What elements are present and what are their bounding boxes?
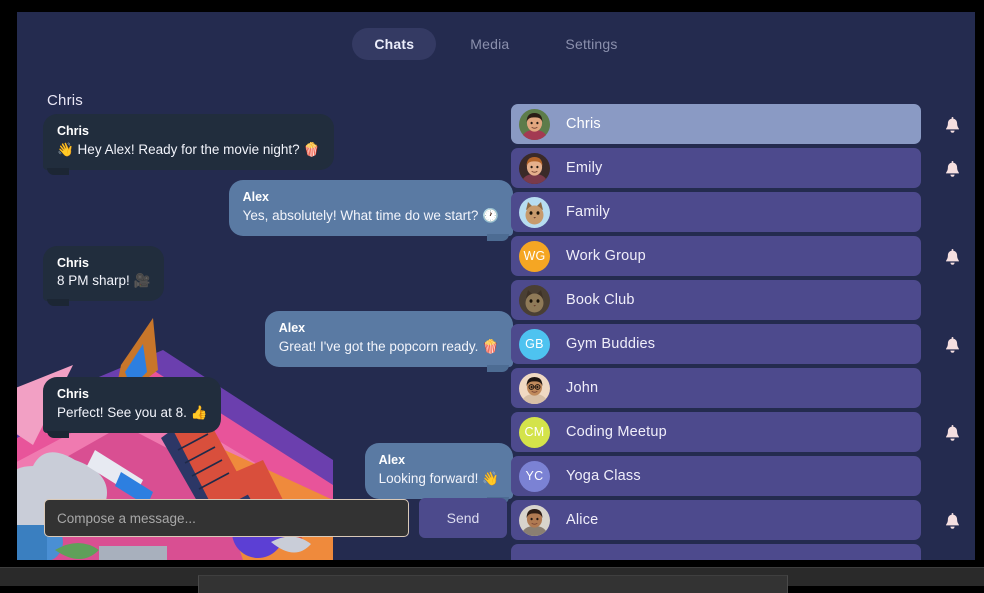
chat-list-item[interactable]: GB Gym Buddies [511,324,921,364]
send-button[interactable]: Send [419,498,507,538]
app-screen: Chats Media Settings Chris Chris 👋 Hey Al… [17,12,975,560]
avatar-initials: YC [519,460,550,492]
chat-list-item-label: Family [566,204,610,220]
message-text: Yes, absolutely! What time do we start? … [242,207,499,223]
message-row: Chris 8 PM sharp! 🎥 [43,245,513,307]
message-bubble[interactable]: Alex Yes, absolutely! What time do we sta… [228,179,513,241]
bell-slot [929,368,975,412]
message-bubble[interactable]: Alex Great! I've got the popcorn ready. 🍿 [264,311,513,372]
chat-list-item[interactable]: CM Coding Meetup [511,412,921,452]
message-sender: Alex [242,189,269,204]
tab-bar: Chats Media Settings [17,28,975,60]
avatar [519,372,550,404]
chat-list-item-label: Coding Meetup [566,424,667,440]
bell-icon[interactable] [944,116,961,136]
chat-list-item-label: Chris [566,116,601,132]
message-row: Chris Perfect! See you at 8. 👍 [43,377,513,438]
message-sender: Alex [378,452,406,467]
message-row: Alex Great! I've got the popcorn ready. 🍿 [43,311,513,372]
avatar-initials: CM [519,416,550,448]
bell-slot [929,280,975,324]
chat-list-item-label: John [566,380,599,396]
laptop-base-notch [198,575,788,593]
chat-list-item[interactable]: WG Work Group [511,236,921,276]
chat-list-item-label: Book Club [566,292,635,308]
bell-slot [929,412,975,456]
avatar [519,504,550,536]
composer-bar: Send [44,498,507,538]
bell-slot [929,192,975,236]
bell-slot [929,324,975,368]
conversation-title: Chris [47,92,84,109]
chat-list-item-label: Work Group [566,248,646,264]
message-text: Perfect! See you at 8. 👍 [57,404,208,420]
avatar [519,284,550,316]
tab-settings[interactable]: Settings [543,28,639,60]
tab-chats[interactable]: Chats [352,28,437,60]
bell-icon[interactable] [944,336,961,356]
chat-list[interactable]: Chris Emily Family WG Work Group Book Club GB G… [511,104,921,560]
chat-list-item[interactable]: Emily [511,148,921,188]
bell-slot [929,104,975,148]
chat-list-item[interactable]: Alice [511,500,921,540]
message-text: 👋 Hey Alex! Ready for the movie night? 🍿 [57,141,321,157]
chat-list-item[interactable] [511,544,921,560]
compose-input[interactable] [44,499,409,537]
message-row: Chris 👋 Hey Alex! Ready for the movie nig… [43,114,513,175]
message-text: Looking forward! 👋 [378,470,499,486]
bell-slot [929,500,975,544]
message-bubble[interactable]: Chris Perfect! See you at 8. 👍 [43,377,222,438]
message-sender: Chris [57,387,89,402]
bell-icon[interactable] [944,512,961,532]
tab-media[interactable]: Media [448,28,531,60]
bell-slot [929,456,975,500]
message-row: Alex Looking forward! 👋 [43,442,513,504]
avatar-initials: WG [519,240,550,272]
message-sender: Alex [278,321,306,336]
chat-list-item[interactable]: Book Club [511,280,921,320]
message-bubble[interactable]: Chris 👋 Hey Alex! Ready for the movie nig… [43,114,335,175]
chat-list-item-label: Emily [566,160,603,176]
chat-list-item-label: Yoga Class [566,468,641,484]
avatar [519,152,550,184]
bell-icon[interactable] [944,248,961,268]
screen-bezel: Chats Media Settings Chris Chris 👋 Hey Al… [4,4,980,562]
chat-list-item[interactable]: John [511,368,921,408]
avatar-initials: GB [519,328,550,360]
chat-list-item[interactable]: Family [511,192,921,232]
chat-list-item[interactable]: Chris [511,104,921,144]
message-sender: Chris [57,124,89,138]
chat-list-item-label: Gym Buddies [566,336,656,352]
chat-list-item[interactable]: YC Yoga Class [511,456,921,496]
message-bubble[interactable]: Alex Looking forward! 👋 [364,442,513,504]
message-bubble[interactable]: Chris 8 PM sharp! 🎥 [43,245,165,307]
bell-icon[interactable] [944,424,961,444]
message-list: Chris 👋 Hey Alex! Ready for the movie nig… [43,114,513,504]
laptop-device: Chats Media Settings Chris Chris 👋 Hey Al… [0,0,984,593]
message-sender: Chris [57,255,89,270]
bell-slot [929,544,975,560]
message-text: Great! I've got the popcorn ready. 🍿 [278,339,499,355]
avatar [519,108,550,140]
message-text: 8 PM sharp! 🎥 [57,273,151,289]
avatar [519,196,550,228]
notification-bell-column [929,104,975,560]
chat-list-item-label: Alice [566,512,599,528]
bell-slot [929,236,975,280]
message-row: Alex Yes, absolutely! What time do we sta… [43,179,513,241]
bell-slot [929,148,975,192]
bell-icon[interactable] [944,160,961,180]
